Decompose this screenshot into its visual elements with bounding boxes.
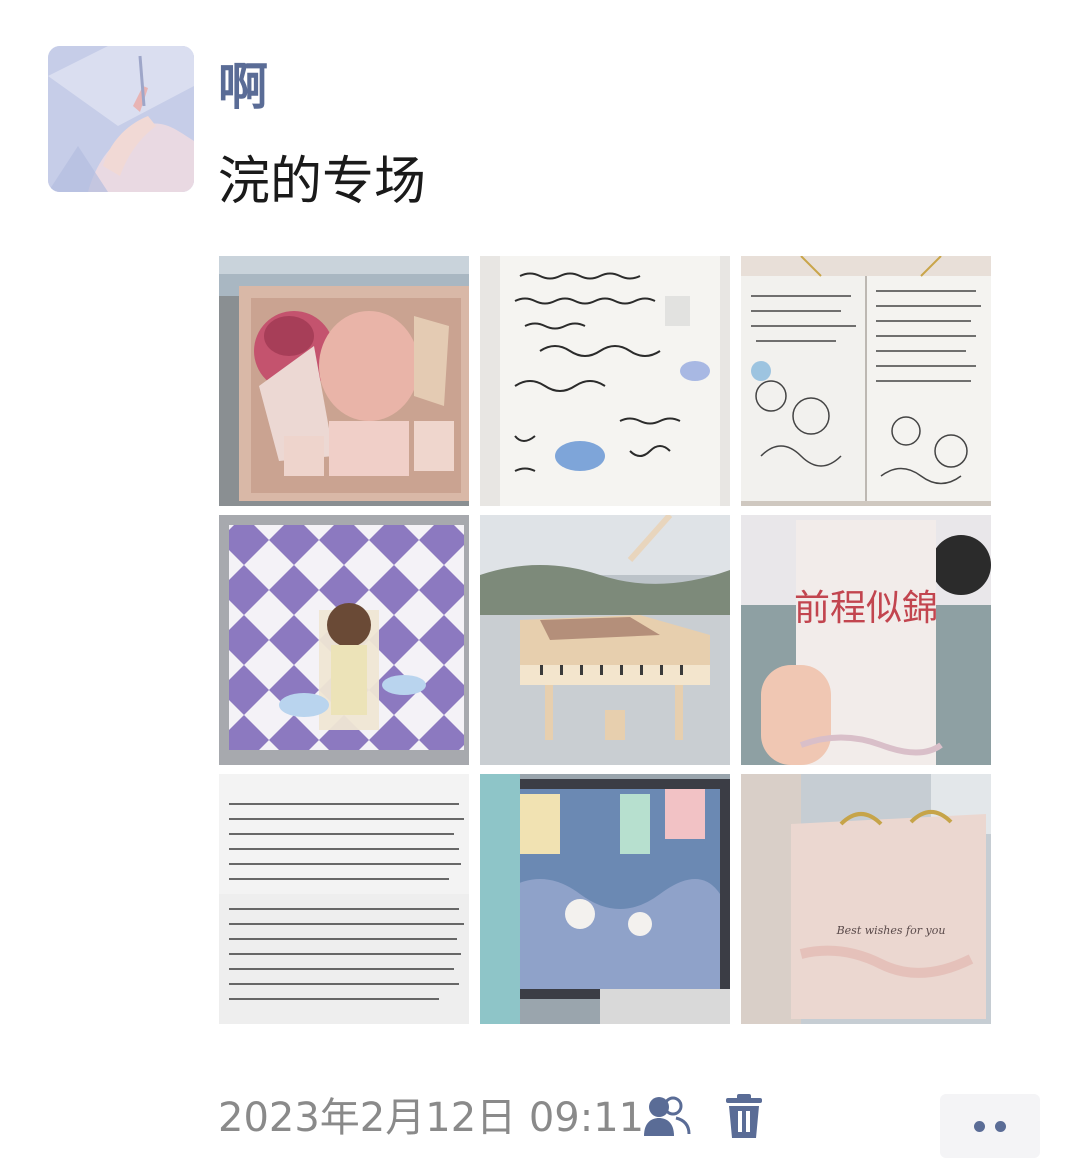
- bag-text: Best wishes for you: [836, 924, 946, 937]
- photo-wrapped-gift-checkered[interactable]: [219, 515, 469, 765]
- moments-post: 啊 浣的专场 前程似錦 Best wishes for you 2023年2月1…: [0, 0, 1076, 1174]
- post-text: 浣的专场: [218, 152, 427, 212]
- photo-gift-box-flowers[interactable]: [219, 256, 469, 506]
- photo-handwritten-card[interactable]: [480, 256, 730, 506]
- photo-card-in-hand[interactable]: 前程似錦: [741, 515, 991, 765]
- photo-puzzle-frame[interactable]: [480, 774, 730, 1024]
- photo-handwritten-letter[interactable]: [219, 774, 469, 1024]
- avatar[interactable]: [48, 46, 194, 192]
- photo-grid: 前程似錦 Best wishes for you: [219, 256, 992, 1024]
- trash-icon[interactable]: [722, 1094, 766, 1140]
- photo-gift-bag[interactable]: Best wishes for you: [741, 774, 991, 1024]
- avatar-image: [48, 46, 194, 192]
- card-text-line1: 前程似錦: [794, 588, 938, 629]
- username[interactable]: 啊: [218, 52, 268, 122]
- timestamp: 2023年2月12日 09:11: [218, 1095, 645, 1141]
- people-icon[interactable]: [642, 1094, 692, 1140]
- photo-doodle-notebook[interactable]: [741, 256, 991, 506]
- more-button[interactable]: [940, 1094, 1040, 1158]
- photo-piano-music-box[interactable]: [480, 515, 730, 765]
- more-dots-icon: [995, 1120, 1006, 1132]
- more-dots-icon: [974, 1120, 985, 1132]
